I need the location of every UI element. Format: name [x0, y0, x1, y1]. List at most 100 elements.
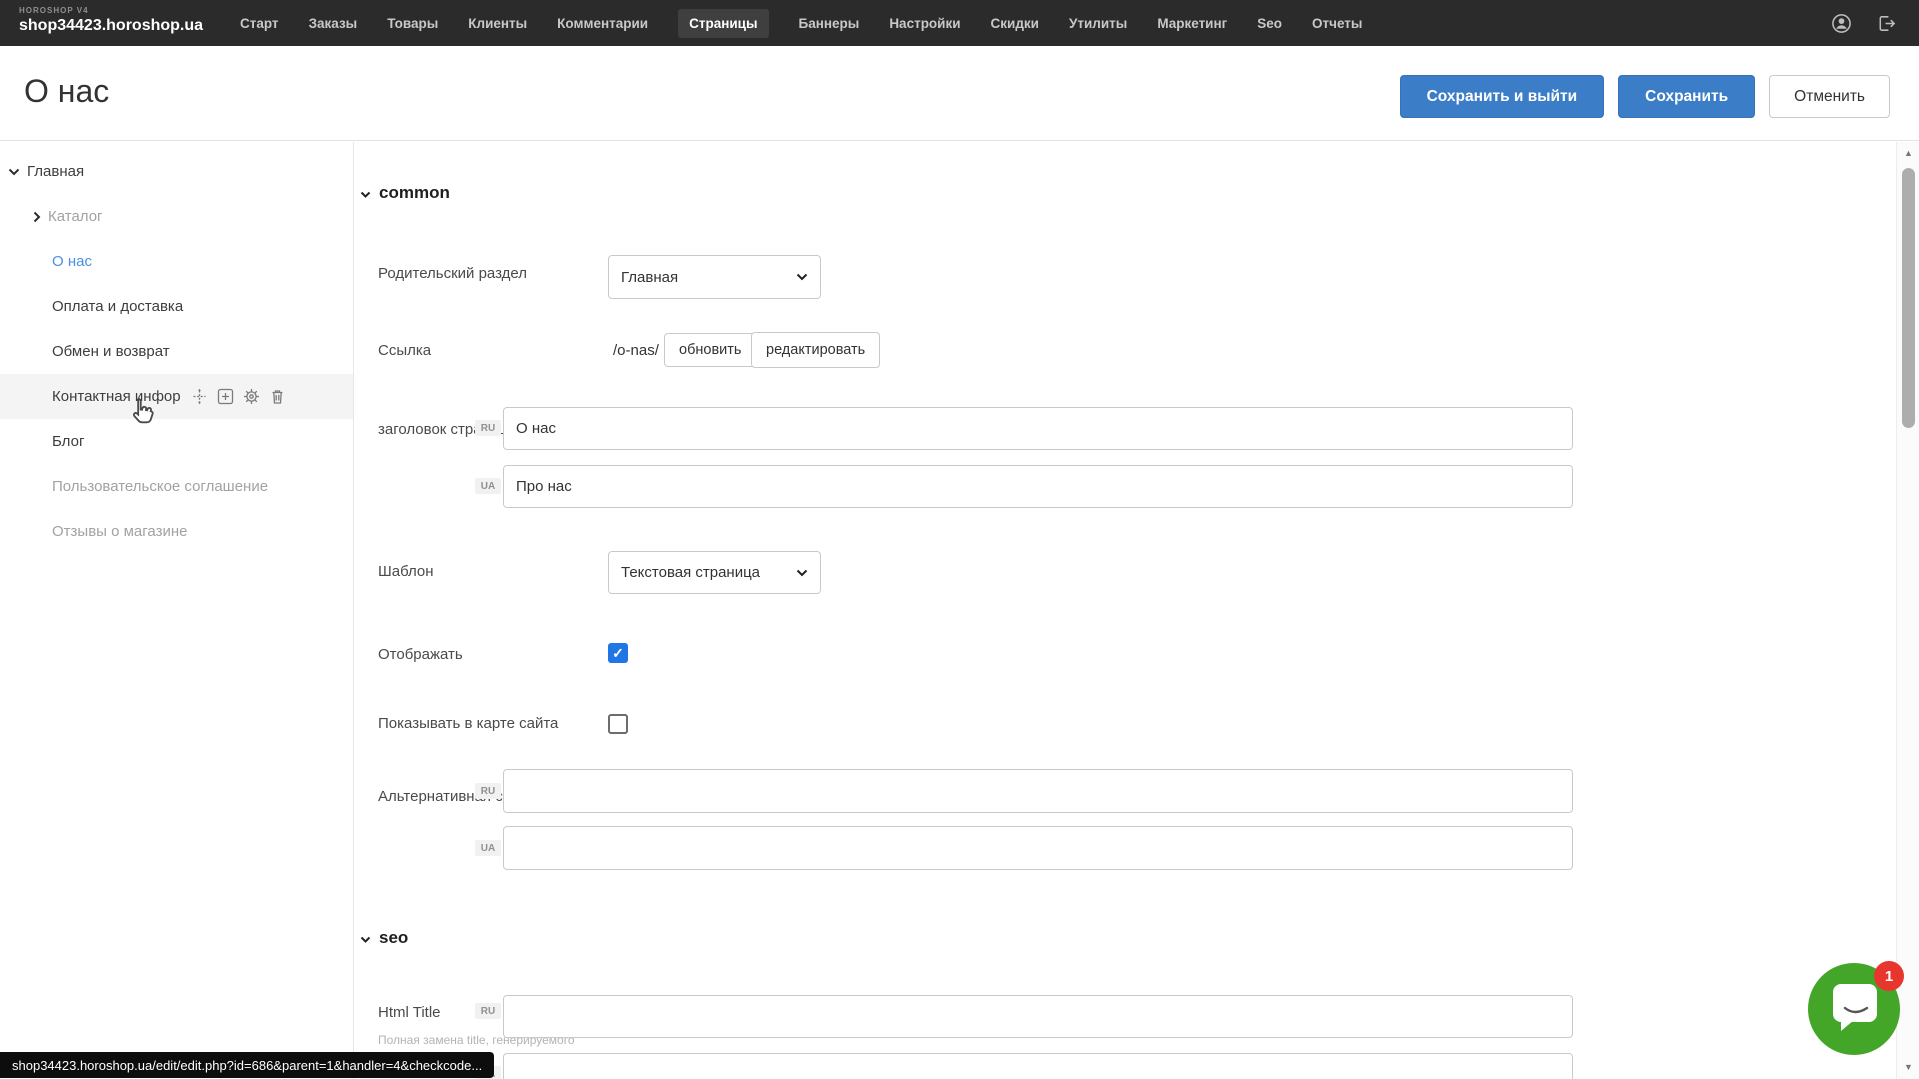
cancel-button[interactable]: Отменить — [1769, 75, 1890, 118]
page-title: О нас — [24, 73, 109, 110]
sidebar-item-otzyvy[interactable]: Отзывы о магазине — [0, 509, 353, 554]
tree-item-label: Отзывы о магазине — [52, 523, 187, 540]
html-title-label: Html Title — [378, 1004, 441, 1021]
nav-marketing[interactable]: Маркетинг — [1157, 9, 1227, 38]
store-logo[interactable]: HOROSHOP V4 shop34423.horoshop.ua — [19, 7, 203, 34]
tree-item-label: О нас — [52, 253, 92, 270]
tree-item-label: Оплата и доставка — [52, 298, 183, 315]
link-refresh-button[interactable]: обновить — [664, 333, 756, 367]
select-value: Текстовая страница — [621, 564, 760, 581]
page-header: О нас Сохранить и выйти Сохранить Отмени… — [0, 46, 1919, 141]
select-value: Главная — [621, 269, 678, 286]
checkbox-check-icon: ✓ — [612, 645, 624, 662]
alt-link-ua-input[interactable] — [503, 826, 1573, 870]
tree-item-label: Пользовательское соглашение — [52, 478, 268, 495]
html-title-ua-input[interactable] — [503, 1053, 1573, 1079]
main-nav: Старт Заказы Товары Клиенты Комментарии … — [240, 0, 1362, 46]
nav-products[interactable]: Товары — [387, 9, 438, 38]
status-url-bar: shop34423.horoshop.ua/edit/edit.php?id=6… — [0, 1052, 494, 1078]
nav-settings[interactable]: Настройки — [889, 9, 960, 38]
nav-banners[interactable]: Баннеры — [799, 9, 860, 38]
template-label: Шаблон — [378, 563, 434, 580]
link-label: Ссылка — [378, 342, 431, 359]
sidebar-item-obmen[interactable]: Обмен и возврат — [0, 329, 353, 374]
pages-tree-sidebar: Главная Каталог О нас Оплата и доставка … — [0, 142, 354, 1079]
chevron-down-icon — [360, 928, 371, 948]
lang-ua-badge: UA — [475, 840, 501, 856]
parent-section-select[interactable]: Главная — [608, 255, 821, 299]
scrollbar[interactable]: ▲ ▼ — [1896, 142, 1919, 1079]
save-and-exit-button[interactable]: Сохранить и выйти — [1400, 75, 1605, 118]
nav-pages[interactable]: Страницы — [678, 9, 768, 38]
nav-discounts[interactable]: Скидки — [991, 9, 1039, 38]
nav-orders[interactable]: Заказы — [309, 9, 358, 38]
display-checkbox[interactable]: ✓ — [608, 643, 628, 663]
page-title-ua-input[interactable] — [503, 465, 1573, 508]
nav-clients[interactable]: Клиенты — [468, 9, 527, 38]
brand-version: HOROSHOP V4 — [19, 7, 203, 15]
account-icon[interactable] — [1831, 13, 1852, 34]
tree-item-label: Главная — [27, 163, 84, 180]
page-edit-form: common Родительский раздел Главная Ссылк… — [355, 142, 1896, 1079]
link-path: /o-nas/ — [613, 342, 659, 359]
page-title-ru-input[interactable] — [503, 407, 1573, 450]
settings-icon[interactable] — [243, 388, 260, 405]
chevron-down-icon[interactable] — [8, 168, 20, 176]
lang-ru-badge: RU — [475, 783, 501, 799]
section-common-toggle[interactable]: common — [360, 183, 450, 203]
nav-utilities[interactable]: Утилиты — [1069, 9, 1127, 38]
status-url-text: shop34423.horoshop.ua/edit/edit.php?id=6… — [12, 1058, 482, 1073]
section-label: seo — [379, 928, 408, 948]
nav-reports[interactable]: Отчеты — [1312, 9, 1362, 38]
lang-ua-badge: UA — [475, 478, 501, 494]
tree-item-label: Блог — [52, 433, 84, 450]
delete-icon[interactable] — [269, 388, 286, 405]
sidebar-item-soglashenie[interactable]: Пользовательское соглашение — [0, 464, 353, 509]
scrollbar-thumb[interactable] — [1902, 168, 1915, 428]
link-edit-button[interactable]: редактировать — [751, 332, 880, 368]
alt-link-ru-input[interactable] — [503, 769, 1573, 813]
brand-domain: shop34423.horoshop.ua — [19, 18, 203, 34]
topbar-icons — [1831, 0, 1897, 46]
chevron-right-icon[interactable] — [33, 211, 41, 223]
sidebar-item-katalog[interactable]: Каталог — [0, 194, 353, 239]
logout-icon[interactable] — [1876, 13, 1897, 34]
nav-seo[interactable]: Seo — [1257, 9, 1282, 38]
section-label: common — [379, 183, 450, 203]
app-window: HOROSHOP V4 shop34423.horoshop.ua Старт … — [0, 0, 1919, 1079]
sidebar-item-o-nas[interactable]: О нас — [0, 239, 353, 284]
scrollbar-up-icon[interactable]: ▲ — [1897, 148, 1919, 158]
tree-row-actions — [191, 388, 286, 405]
tree-item-label: Каталог — [48, 208, 103, 225]
html-title-ru-input[interactable] — [503, 995, 1573, 1038]
move-icon[interactable] — [191, 388, 208, 405]
sitemap-checkbox[interactable] — [608, 714, 628, 734]
nav-start[interactable]: Старт — [240, 9, 279, 38]
hand-cursor-icon — [126, 394, 160, 428]
tree-item-label: Обмен и возврат — [52, 343, 170, 360]
display-label: Отображать — [378, 646, 463, 663]
template-select[interactable]: Текстовая страница — [608, 551, 821, 594]
select-chevron-icon — [796, 569, 808, 577]
chat-unread-badge: 1 — [1874, 961, 1904, 991]
save-button[interactable]: Сохранить — [1618, 75, 1755, 118]
lang-ru-badge: RU — [475, 1003, 501, 1019]
chat-icon — [1833, 984, 1877, 1039]
select-chevron-icon — [796, 273, 808, 281]
scrollbar-down-icon[interactable]: ▼ — [1897, 1062, 1919, 1072]
section-seo-toggle[interactable]: seo — [360, 928, 408, 948]
sidebar-item-oplata[interactable]: Оплата и доставка — [0, 284, 353, 329]
tree-item-label: Контактная инфор — [52, 388, 181, 405]
topbar: HOROSHOP V4 shop34423.horoshop.ua Старт … — [0, 0, 1919, 46]
header-buttons: Сохранить и выйти Сохранить Отменить — [1400, 75, 1890, 118]
lang-ru-badge: RU — [475, 420, 501, 436]
sidebar-item-blog[interactable]: Блог — [0, 419, 353, 464]
parent-section-label: Родительский раздел — [378, 265, 527, 282]
sidebar-item-glavnaya[interactable]: Главная — [0, 149, 353, 194]
sitemap-label: Показывать в карте сайта — [378, 715, 558, 732]
chat-widget-button[interactable]: 1 — [1808, 963, 1900, 1055]
sidebar-item-kontaktnaya[interactable]: Контактная инфор — [0, 374, 353, 419]
nav-comments[interactable]: Комментарии — [557, 9, 648, 38]
add-icon[interactable] — [217, 388, 234, 405]
chevron-down-icon — [360, 183, 371, 203]
